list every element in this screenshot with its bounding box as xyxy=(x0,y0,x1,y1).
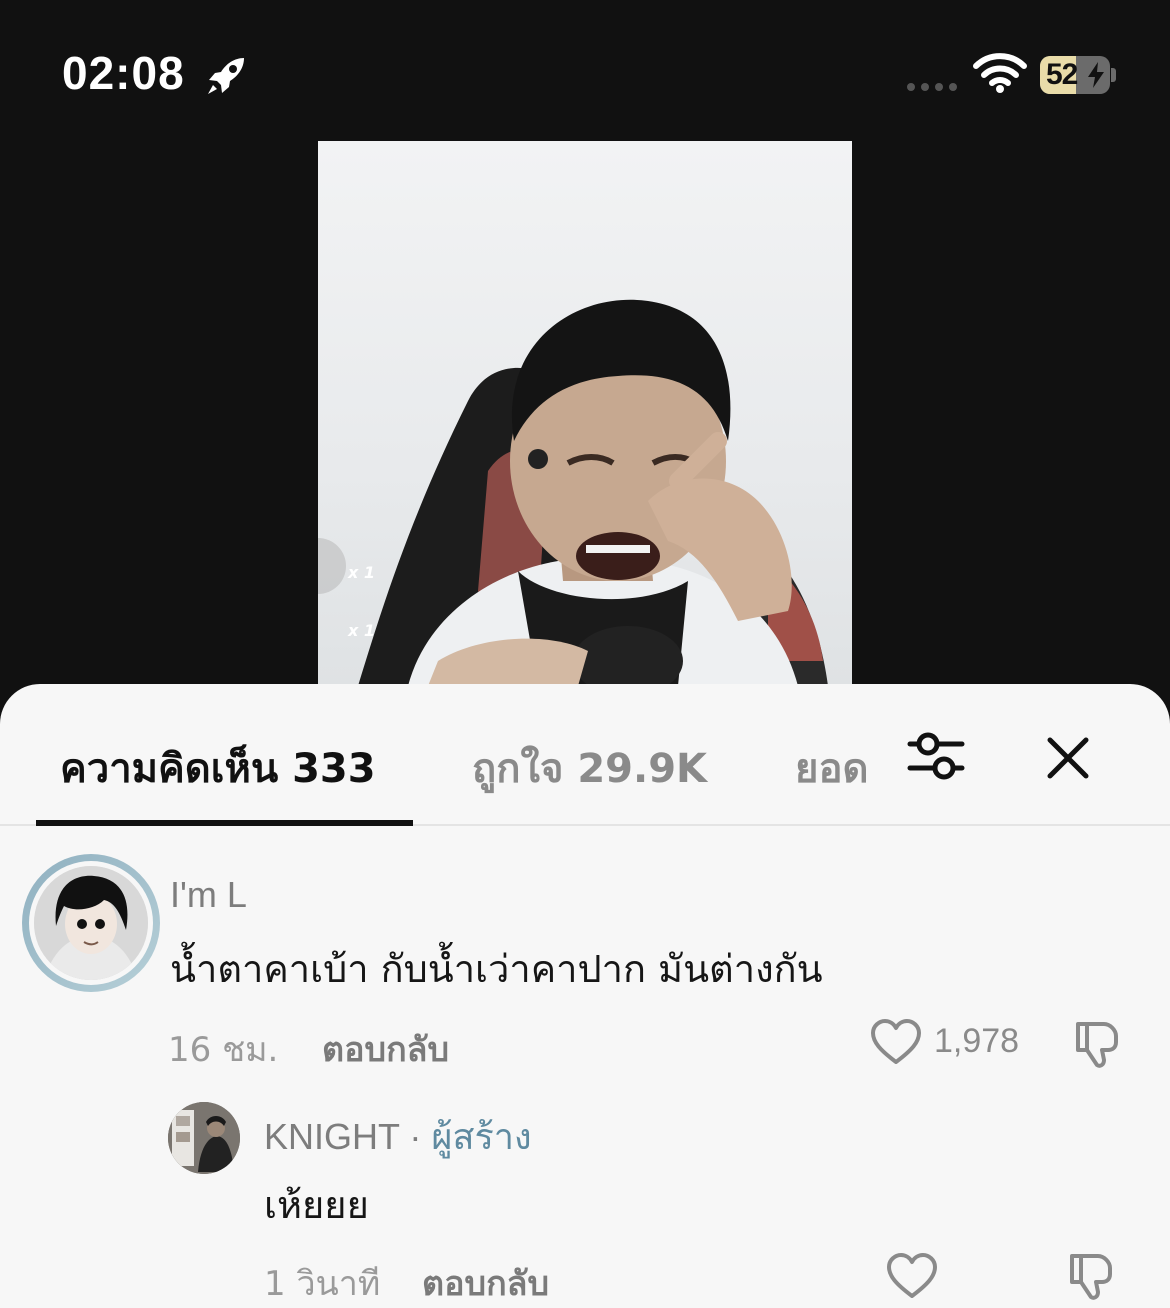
video-frame-image xyxy=(318,299,828,686)
video-player[interactable]: x 1 x 1 xyxy=(318,141,852,686)
comment-time: 16 ชม. xyxy=(168,1030,279,1070)
signal-dots-icon xyxy=(907,83,957,91)
avatar-image xyxy=(34,866,148,980)
close-icon[interactable] xyxy=(1044,734,1092,782)
active-tab-indicator xyxy=(36,820,413,826)
comment-text: น้ำตาคาเบ้า กับน้ำเว่าคาปาก มันต่างกัน xyxy=(170,947,823,991)
wifi-icon xyxy=(973,53,1027,93)
dislike-icon[interactable] xyxy=(1072,1018,1124,1070)
battery-cap xyxy=(1111,68,1116,82)
avatar-ring xyxy=(29,861,153,985)
avatar[interactable] xyxy=(22,854,160,992)
battery-level: 52 xyxy=(1046,58,1078,91)
status-time: 02:08 xyxy=(62,47,185,99)
battery-icon: 52 xyxy=(1040,56,1110,94)
avatar[interactable] xyxy=(168,1102,240,1174)
tab-comments[interactable]: ความคิดเห็น 333 xyxy=(60,736,376,800)
heart-icon[interactable] xyxy=(886,1252,938,1300)
avatar-image xyxy=(168,1102,240,1174)
tab-bar: ความคิดเห็น 333 ถูกใจ 29.9K ยอด xyxy=(0,684,1170,826)
reply-username[interactable]: KNIGHT xyxy=(264,1116,399,1157)
gift-count: x 1 xyxy=(348,621,376,640)
creator-badge: ผู้สร้าง xyxy=(431,1116,532,1157)
reply-button[interactable]: ตอบกลับ xyxy=(422,1256,549,1308)
like-count: 1,978 xyxy=(934,1022,1020,1060)
separator-dot: · xyxy=(409,1116,422,1157)
avatar-illustration xyxy=(34,866,148,980)
reply-button[interactable]: ตอบกลับ xyxy=(322,1022,449,1076)
filter-icon[interactable] xyxy=(906,730,966,782)
dislike-icon[interactable] xyxy=(1066,1250,1118,1302)
tab-likes[interactable]: ถูกใจ 29.9K xyxy=(472,736,707,800)
comment-time: 1 วินาที xyxy=(264,1264,381,1304)
comment-username[interactable]: I'm L xyxy=(170,874,247,916)
comment-username: KNIGHT · ผู้สร้าง xyxy=(264,1108,532,1165)
comments-sheet: ความคิดเห็น 333 ถูกใจ 29.9K ยอด I'm L น้… xyxy=(0,684,1170,1308)
status-bar: 02:08 52 xyxy=(0,0,1170,140)
charging-bolt-icon xyxy=(1088,62,1104,88)
tab-views[interactable]: ยอด xyxy=(795,736,871,800)
comment-text: เห้ยยย xyxy=(264,1183,369,1227)
gift-count: x 1 xyxy=(348,563,376,582)
rocket-icon xyxy=(208,58,244,94)
heart-icon[interactable] xyxy=(870,1018,922,1066)
